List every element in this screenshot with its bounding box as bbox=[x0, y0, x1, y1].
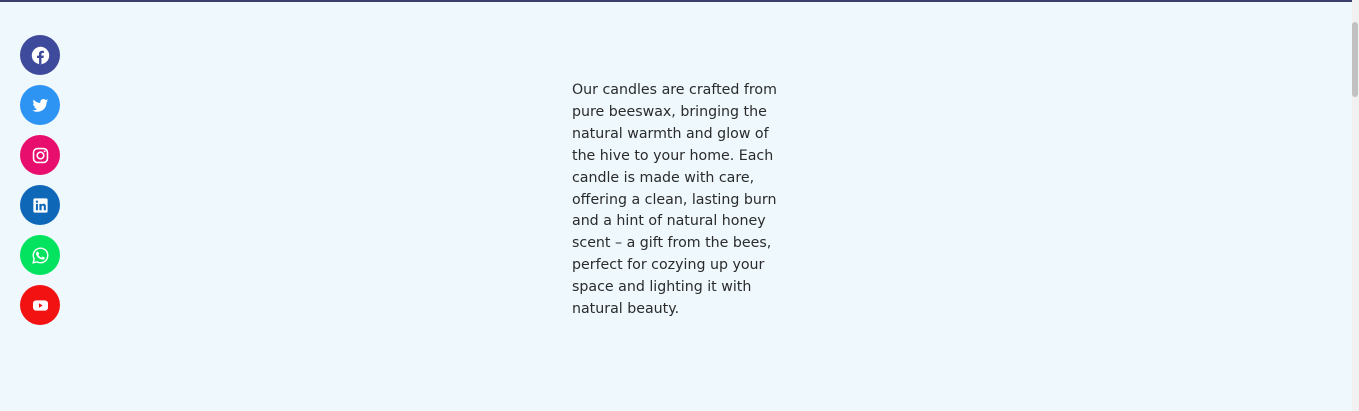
whatsapp-button[interactable] bbox=[20, 235, 60, 275]
content-paragraph: Our candles are crafted from pure beeswa… bbox=[572, 82, 777, 318]
linkedin-button[interactable] bbox=[20, 185, 60, 225]
instagram-icon bbox=[32, 147, 48, 163]
facebook-icon bbox=[31, 46, 49, 64]
whatsapp-icon bbox=[31, 247, 48, 264]
instagram-button[interactable] bbox=[20, 135, 60, 175]
linkedin-icon bbox=[32, 197, 48, 213]
twitter-icon bbox=[31, 98, 48, 112]
twitter-button[interactable] bbox=[20, 85, 60, 125]
facebook-button[interactable] bbox=[20, 35, 60, 75]
youtube-button[interactable] bbox=[20, 285, 60, 325]
scrollbar-track[interactable] bbox=[1352, 0, 1359, 411]
scrollbar-thumb[interactable] bbox=[1352, 22, 1358, 97]
top-border bbox=[0, 0, 1352, 2]
social-share-bar bbox=[20, 35, 60, 325]
youtube-icon bbox=[32, 299, 48, 311]
